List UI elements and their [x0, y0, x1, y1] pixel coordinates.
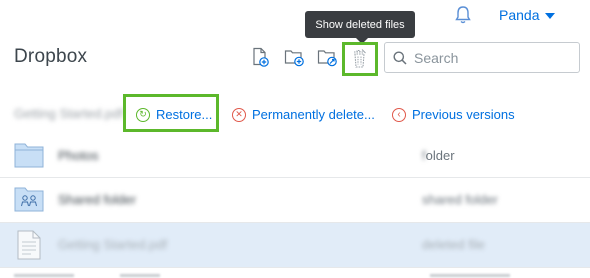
next-row-preview [0, 270, 590, 278]
new-folder-icon [284, 50, 304, 67]
show-deleted-button[interactable] [342, 42, 378, 76]
document-icon [17, 230, 41, 260]
page-title: Dropbox [14, 46, 88, 67]
user-name: Panda [499, 7, 540, 23]
search-box[interactable] [384, 42, 580, 73]
table-row[interactable]: Photos folder [0, 134, 590, 178]
search-icon [393, 51, 407, 65]
permanently-delete-label: Permanently delete... [252, 107, 375, 122]
table-row[interactable]: Getting Started.pdf deleted file [0, 223, 590, 268]
chevron-down-icon [545, 12, 556, 19]
permanently-delete-button[interactable]: ✕ Permanently delete... [232, 107, 375, 122]
file-modified: folder [422, 148, 455, 163]
share-folder-icon [317, 50, 337, 67]
upload-file-button[interactable] [249, 46, 271, 68]
search-input[interactable] [414, 49, 564, 66]
restore-button[interactable]: ↻ Restore... [136, 107, 212, 122]
previous-versions-label: Previous versions [412, 107, 515, 122]
file-modified: deleted file [422, 237, 485, 252]
notifications-icon[interactable] [454, 5, 472, 25]
history-icon: ‹ [392, 107, 406, 122]
previous-versions-button[interactable]: ‹ Previous versions [392, 107, 515, 122]
file-modified: shared folder [422, 192, 498, 207]
restore-icon: ↻ [136, 107, 150, 122]
file-name[interactable]: Photos [58, 148, 98, 163]
file-name[interactable]: Shared folder [58, 192, 136, 207]
account-menu[interactable]: Panda [499, 7, 556, 23]
upload-file-icon [253, 47, 269, 67]
show-deleted-tooltip: Show deleted files [305, 11, 415, 44]
table-row[interactable]: Shared folder shared folder [0, 178, 590, 223]
delete-icon: ✕ [232, 107, 246, 122]
show-deleted-icon [354, 49, 366, 68]
shared-folder-icon [14, 187, 44, 212]
share-folder-button[interactable] [316, 46, 338, 68]
new-folder-button[interactable] [283, 46, 305, 68]
file-name[interactable]: Getting Started.pdf [58, 237, 167, 252]
folder-icon [14, 143, 44, 168]
selected-item-name: Getting Started.pdf [14, 106, 124, 121]
restore-label: Restore... [156, 107, 213, 122]
